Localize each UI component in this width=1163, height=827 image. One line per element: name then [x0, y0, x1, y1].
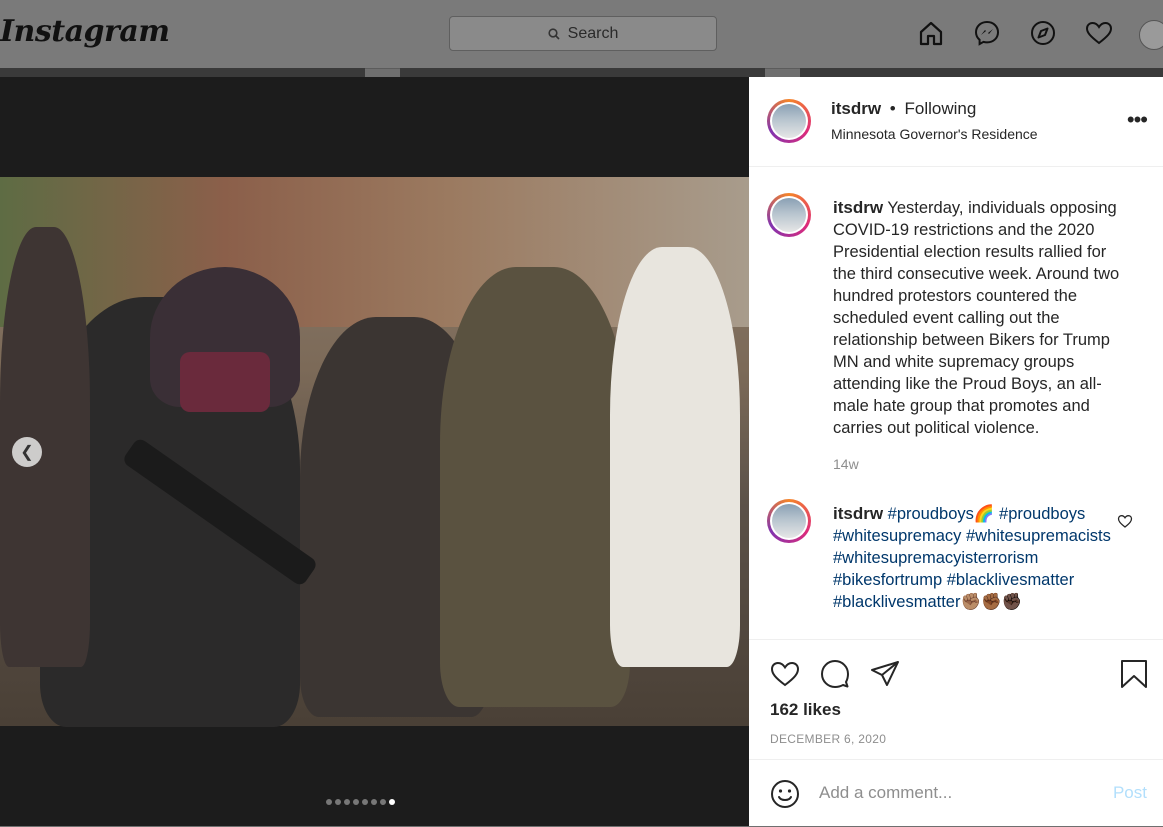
comment-username[interactable]: itsdrw [833, 504, 883, 523]
caption-timestamp[interactable]: 14w [833, 456, 859, 472]
home-icon[interactable] [916, 18, 946, 48]
carousel-dot [371, 799, 377, 805]
post-details-panel: itsdrw • Following Minnesota Governor's … [749, 77, 1163, 826]
follow-status[interactable]: Following [904, 99, 976, 118]
carousel-dot [380, 799, 386, 805]
comments-section: itsdrw Yesterday, individuals opposing C… [749, 167, 1163, 639]
caption-text: Yesterday, individuals opposing COVID-19… [833, 199, 1120, 437]
comment-input[interactable]: Add a comment... [819, 783, 952, 803]
hashtag-link[interactable]: #blacklivesmatter [833, 593, 960, 611]
caption: itsdrw Yesterday, individuals opposing C… [833, 197, 1133, 439]
search-input[interactable]: Search [449, 16, 717, 51]
hashtag-link[interactable]: #bikesfortrump [833, 571, 942, 589]
hashtag-link[interactable]: #whitesupremacyisterrorism [833, 549, 1038, 567]
more-options-icon[interactable]: ••• [1127, 107, 1148, 133]
top-navigation-bar: Instagram Search [0, 0, 1163, 69]
hashtag-link[interactable]: #proudboys [888, 505, 974, 523]
messenger-icon[interactable] [972, 18, 1002, 48]
hashtag-link[interactable]: #proudboys [999, 505, 1085, 523]
carousel-dot [362, 799, 368, 805]
search-icon [548, 27, 560, 40]
carousel-dot [335, 799, 341, 805]
carousel-dot [344, 799, 350, 805]
like-comment-heart-icon[interactable] [1117, 513, 1133, 529]
instagram-logo[interactable]: Instagram [0, 14, 170, 49]
like-heart-icon[interactable] [769, 658, 801, 690]
search-placeholder: Search [567, 24, 619, 42]
carousel-dot [353, 799, 359, 805]
activity-heart-icon[interactable] [1084, 18, 1114, 48]
rainbow-emoji: 🌈 [973, 505, 995, 523]
chevron-left-icon: ❮ [20, 444, 34, 461]
caption-avatar[interactable] [767, 193, 811, 237]
emoji-smiley-icon[interactable] [769, 778, 801, 810]
carousel-previous-button[interactable]: ❮ [12, 437, 42, 467]
caption-username[interactable]: itsdrw [833, 198, 883, 217]
hashtag-link[interactable]: #whitesupremacy [833, 527, 961, 545]
post-photo [0, 177, 749, 727]
feed-strip [800, 68, 1163, 77]
comment-bubble-icon[interactable] [819, 658, 851, 690]
save-bookmark-icon[interactable] [1119, 658, 1149, 690]
carousel-indicator [326, 799, 395, 805]
comment-avatar[interactable] [767, 499, 811, 543]
post-actions: 162 likes DECEMBER 6, 2020 [749, 639, 1163, 760]
post-comment-button[interactable]: Post [1113, 783, 1147, 803]
profile-avatar[interactable] [1139, 20, 1163, 50]
explore-compass-icon[interactable] [1028, 18, 1058, 48]
separator: • [889, 99, 896, 118]
carousel-dot [326, 799, 332, 805]
likes-count[interactable]: 162 likes [770, 700, 841, 720]
post-location[interactable]: Minnesota Governor's Residence [831, 126, 1038, 142]
comment: itsdrw #proudboys🌈 #proudboys #whitesupr… [833, 503, 1133, 613]
feed-strip [400, 68, 765, 77]
post-date[interactable]: DECEMBER 6, 2020 [770, 732, 886, 746]
author-username[interactable]: itsdrw [831, 99, 881, 118]
hashtag-link[interactable]: #whitesupremacists [966, 527, 1111, 545]
author-avatar[interactable] [767, 99, 811, 143]
add-comment-bar: Add a comment... Post [749, 759, 1163, 827]
post-header: itsdrw • Following Minnesota Governor's … [749, 77, 1163, 167]
raised-fist-emojis: ✊🏽✊🏾✊🏿 [960, 593, 1023, 611]
share-paper-plane-icon[interactable] [869, 658, 901, 690]
feed-strip [0, 68, 365, 77]
hashtag-link[interactable]: #blacklivesmatter [947, 571, 1074, 589]
carousel-dot [389, 799, 395, 805]
post-media: ❮ [0, 77, 749, 826]
